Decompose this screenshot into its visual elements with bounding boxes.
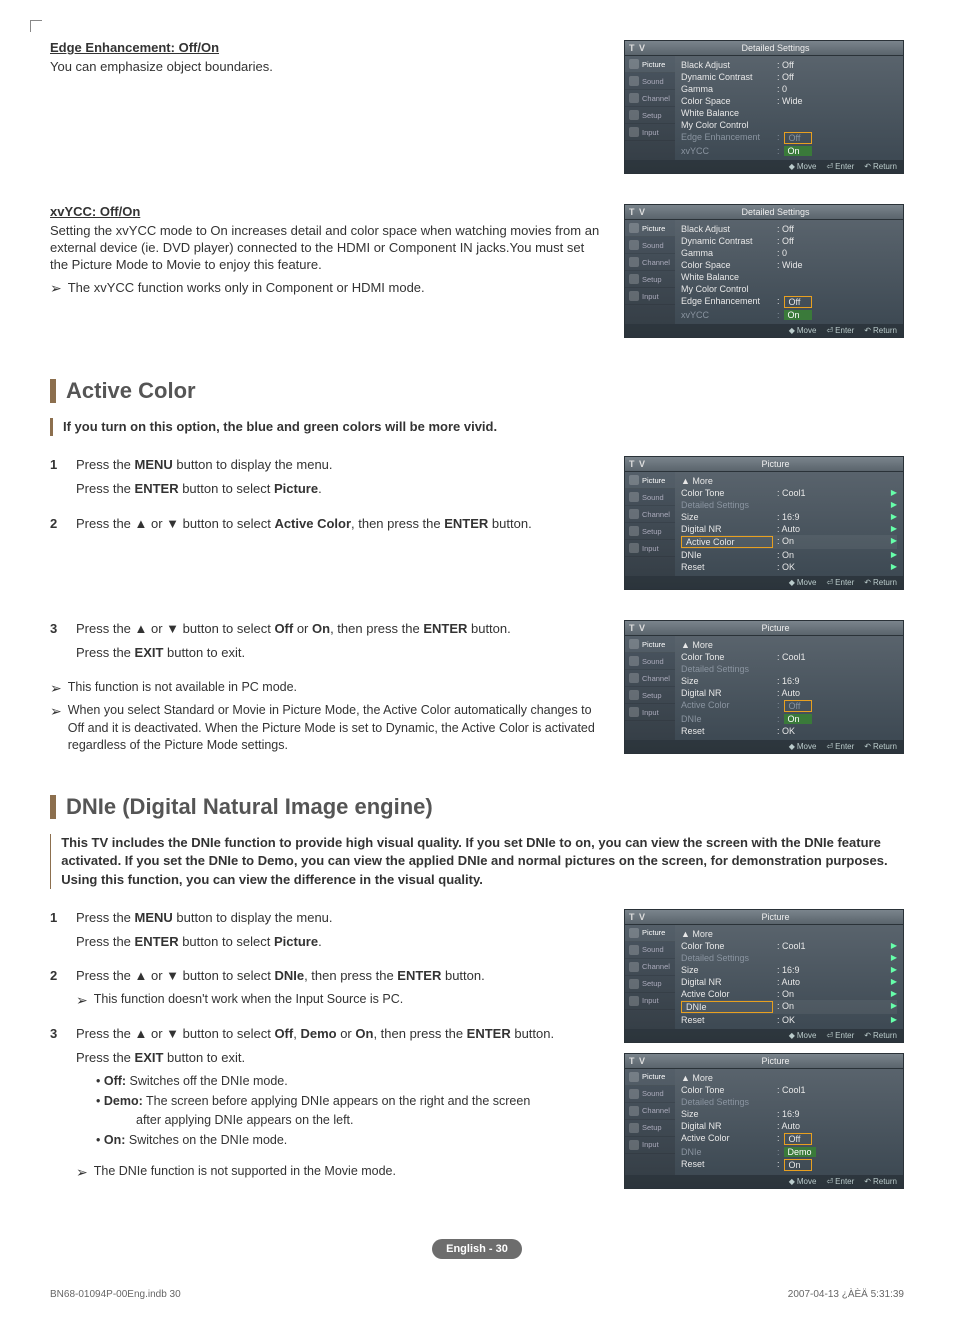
step-number: 1 bbox=[50, 456, 62, 504]
xvycc-row: xvYCC: Off/On Setting the xvYCC mode to … bbox=[50, 204, 904, 348]
active-color-note-2: ➢When you select Standard or Movie in Pi… bbox=[50, 702, 604, 755]
print-footer: BN68-01094P-00Eng.indb 30 2007-04-13 ¿ÀÈ… bbox=[50, 1289, 904, 1300]
title-marker-icon bbox=[50, 795, 56, 819]
dnie-title-bar: DNIe (Digital Natural Image engine) bbox=[50, 794, 904, 820]
edge-enhancement-row: Edge Enhancement: Off/On You can emphasi… bbox=[50, 40, 904, 184]
edge-desc: You can emphasize object boundaries. bbox=[50, 59, 604, 76]
intro-marker-icon bbox=[50, 418, 53, 436]
tv-picture-dnie-demo: T VPicture Picture Sound Channel Setup I… bbox=[624, 1053, 904, 1189]
xvycc-heading: xvYCC: Off/On bbox=[50, 204, 604, 219]
tv-picture-dnie-select: T VPicture Picture Sound Channel Setup I… bbox=[624, 909, 904, 1043]
tv-picture-active-color-off: T VPicture Picture Sound Channel Setup I… bbox=[624, 620, 904, 754]
xvycc-desc: Setting the xvYCC mode to On increases d… bbox=[50, 223, 604, 274]
tv-detailed-settings-edge: T VDetailed Settings Picture Sound Chann… bbox=[624, 40, 904, 174]
tv-picture-active-color-select: T VPicture Picture Sound Channel Setup I… bbox=[624, 456, 904, 590]
active-color-note-1: ➢This function is not available in PC mo… bbox=[50, 679, 604, 699]
active-color-steps-row-2: 3 Press the ▲ or ▼ button to select Off … bbox=[50, 620, 904, 764]
active-color-steps-row-1: 1 Press the MENU button to display the m… bbox=[50, 456, 904, 600]
note-arrow-icon: ➢ bbox=[50, 280, 62, 297]
dnie-title: DNIe (Digital Natural Image engine) bbox=[66, 794, 433, 820]
title-marker-icon bbox=[50, 379, 56, 403]
active-color-title: Active Color bbox=[66, 378, 196, 404]
xvycc-note: ➢The xvYCC function works only in Compon… bbox=[50, 280, 604, 297]
tv-logo: T V bbox=[629, 43, 652, 53]
page-number-pill: English - 30 bbox=[432, 1239, 522, 1259]
edge-heading: Edge Enhancement: Off/On bbox=[50, 40, 604, 55]
crop-mark bbox=[30, 20, 42, 32]
active-color-intro: If you turn on this option, the blue and… bbox=[50, 418, 904, 436]
tv-detailed-settings-xvycc: T VDetailed Settings Picture Sound Chann… bbox=[624, 204, 904, 338]
dnie-option-list: • Off: Switches off the DNIe mode. • Dem… bbox=[96, 1073, 604, 1149]
dnie-intro: This TV includes the DNIe function to pr… bbox=[50, 834, 904, 889]
active-color-title-bar: Active Color bbox=[50, 378, 904, 404]
dnie-final-note: ➢The DNIe function is not supported in t… bbox=[76, 1163, 604, 1183]
dnie-steps-row: 1 Press the MENU button to display the m… bbox=[50, 909, 904, 1199]
step-body: Press the MENU button to display the men… bbox=[76, 456, 604, 504]
footer-left: BN68-01094P-00Eng.indb 30 bbox=[50, 1289, 181, 1300]
footer-right: 2007-04-13 ¿ÀÈÄ 5:31:39 bbox=[788, 1289, 904, 1300]
